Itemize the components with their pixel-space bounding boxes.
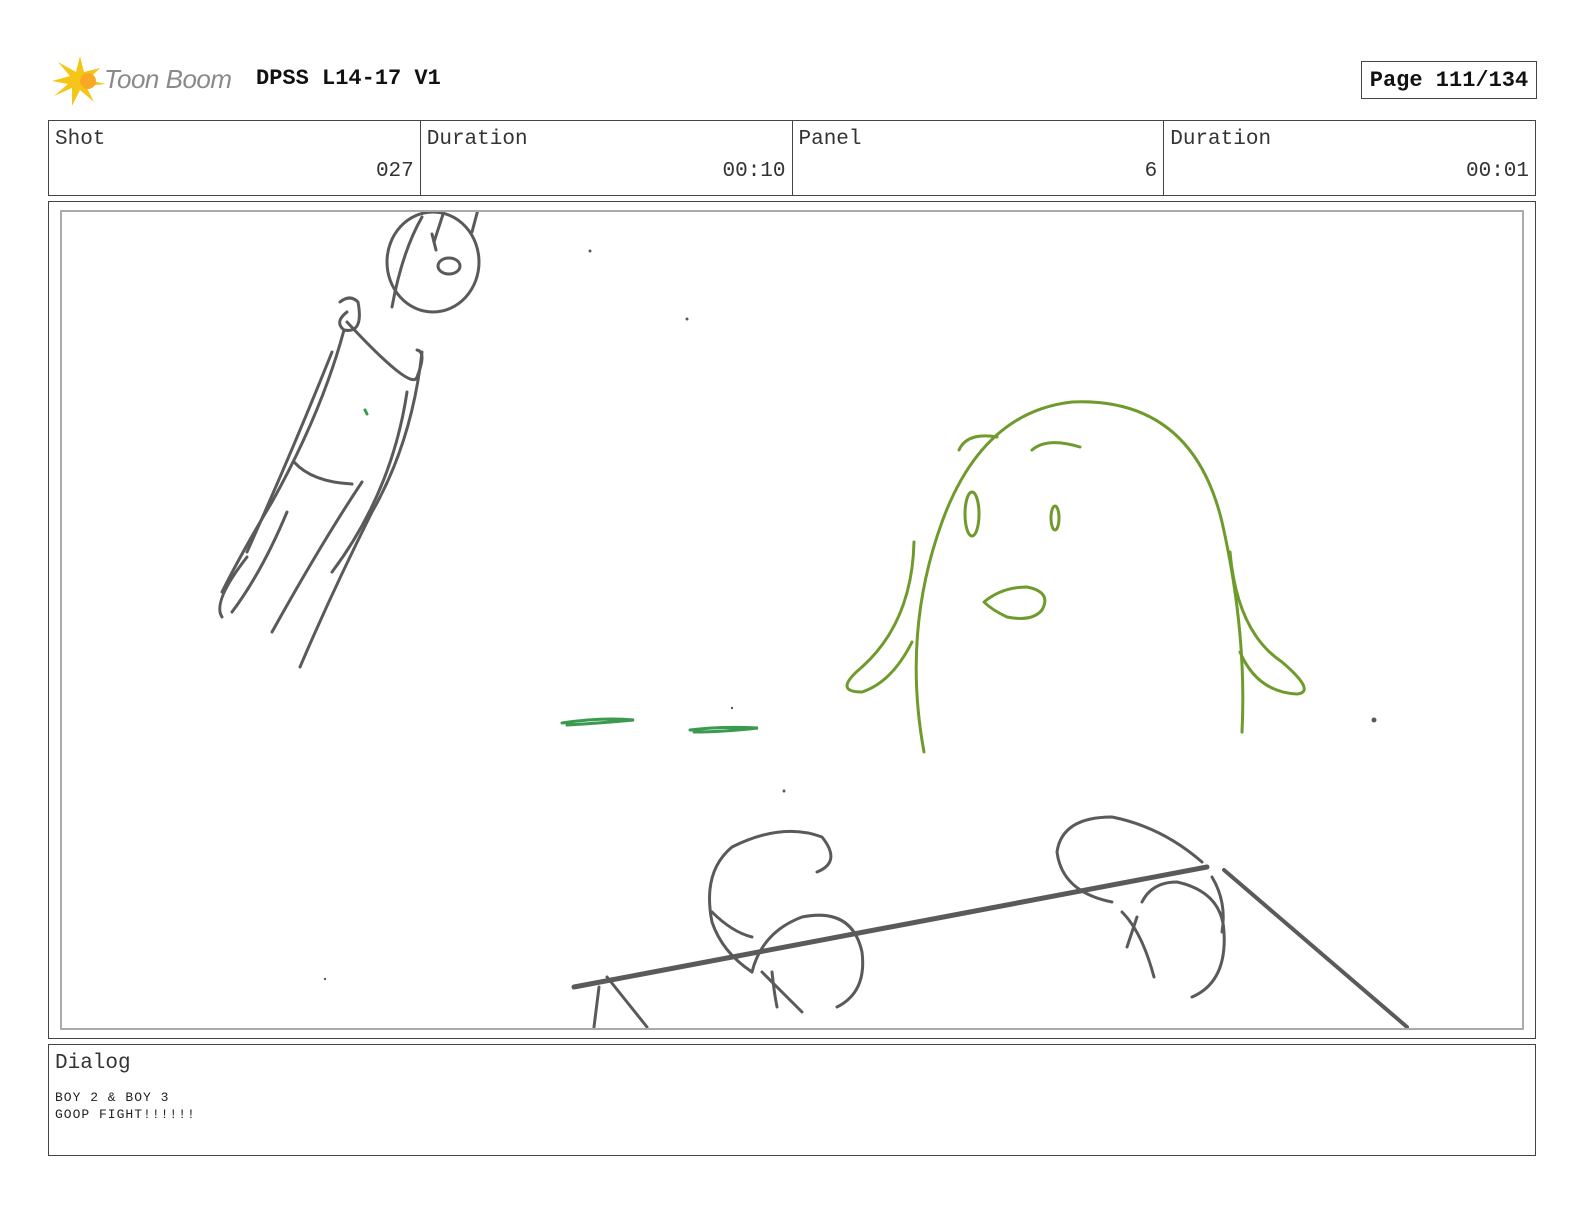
panel-duration-label: Duration xyxy=(1170,128,1272,151)
shot-info-row: Shot 027 Duration 00:10 Panel 6 Duration… xyxy=(48,120,1536,196)
shot-cell: Shot 027 xyxy=(49,121,421,195)
stray-dots xyxy=(323,249,1377,981)
panel-duration-value: 00:01 xyxy=(1465,160,1529,183)
dialog-line-1: BOY 2 & BOY 3 xyxy=(55,1090,170,1105)
goop-creature xyxy=(845,400,1306,754)
hands-and-bar-sketch xyxy=(571,815,1409,1028)
storyboard-panel xyxy=(48,201,1536,1039)
logo-text: Toon Boom xyxy=(104,64,232,94)
starburst-icon xyxy=(52,56,106,106)
page-indicator: Page 111/134 xyxy=(1361,61,1537,99)
panel-cell: Panel 6 xyxy=(793,121,1165,195)
dialog-label: Dialog xyxy=(55,1052,131,1075)
dialog-box: Dialog BOY 2 & BOY 3 GOOP FIGHT!!!!!! xyxy=(48,1044,1536,1156)
panel-value: 6 xyxy=(1144,160,1158,183)
shot-duration-value: 00:10 xyxy=(722,160,786,183)
document-title: DPSS L14-17 V1 xyxy=(256,66,441,91)
dialog-line-2: GOOP FIGHT!!!!!! xyxy=(55,1107,196,1122)
panel-label: Panel xyxy=(798,128,862,151)
boy-sketch xyxy=(218,212,481,669)
panel-duration-cell: Duration 00:01 xyxy=(1164,121,1535,195)
shot-value: 027 xyxy=(375,160,414,183)
goop-splats xyxy=(363,408,759,734)
panel-sketch xyxy=(218,212,1409,1028)
shot-duration-cell: Duration 00:10 xyxy=(421,121,793,195)
page-label: Page 111/134 xyxy=(1369,67,1529,93)
toon-boom-logo: Toon Boom xyxy=(50,54,240,108)
panel-drawing-area xyxy=(60,210,1524,1030)
shot-duration-label: Duration xyxy=(426,128,528,151)
shot-label: Shot xyxy=(55,128,106,151)
